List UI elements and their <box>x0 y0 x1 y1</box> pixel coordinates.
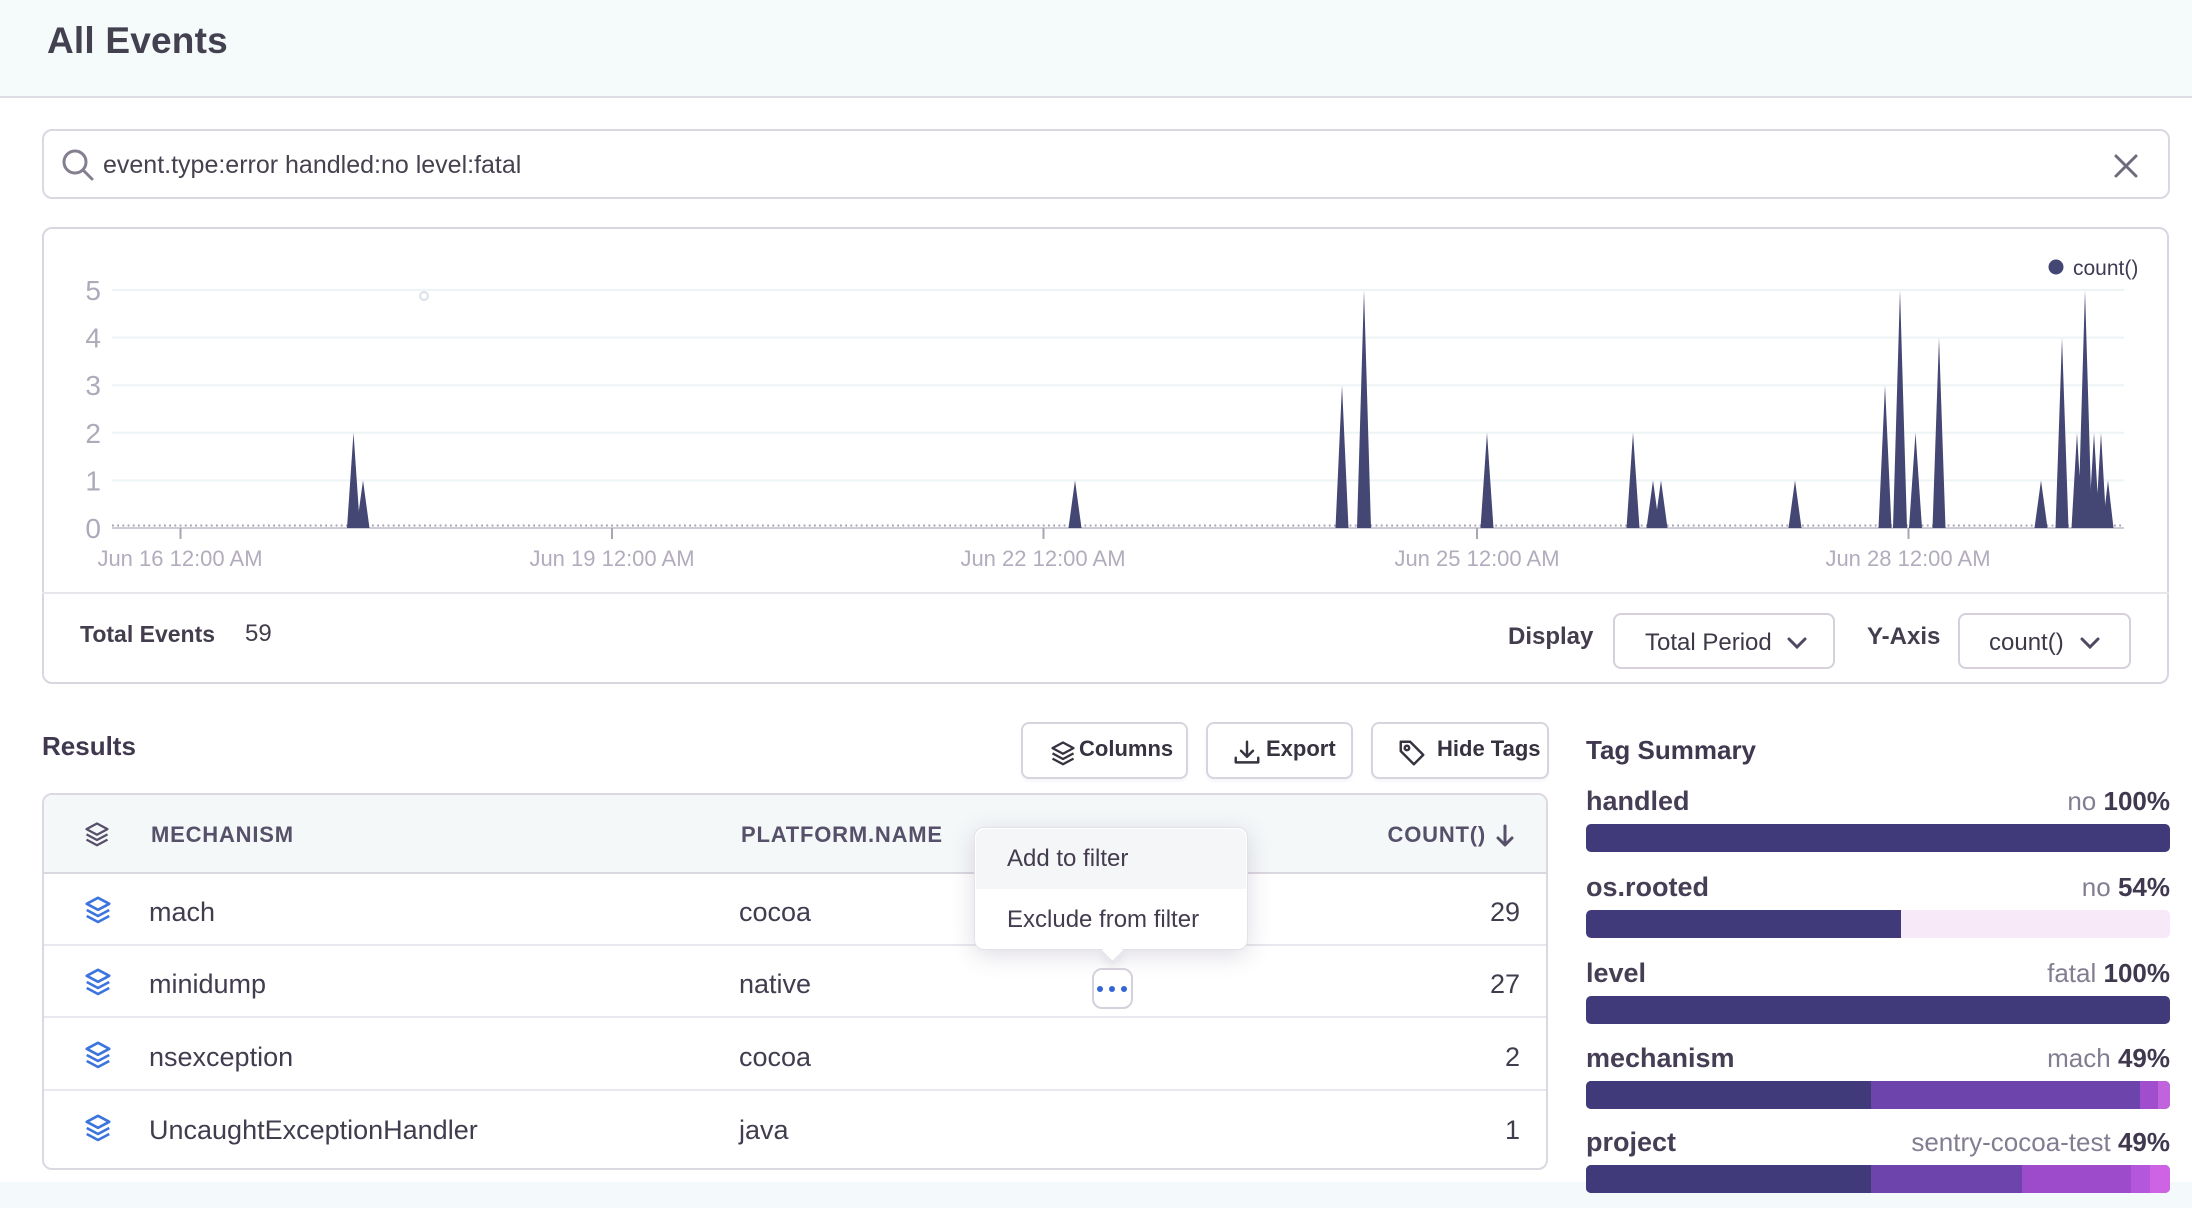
svg-text:1: 1 <box>85 465 101 496</box>
svg-text:0: 0 <box>85 513 101 544</box>
svg-text:4: 4 <box>85 323 101 354</box>
svg-text:count(): count() <box>2073 257 2138 280</box>
svg-text:Jun 16 12:00 AM: Jun 16 12:00 AM <box>97 546 262 571</box>
svg-text:5: 5 <box>85 275 101 306</box>
svg-text:Jun 22 12:00 AM: Jun 22 12:00 AM <box>960 546 1125 571</box>
svg-text:3: 3 <box>85 370 101 401</box>
svg-text:2: 2 <box>85 418 101 449</box>
svg-text:Jun 28 12:00 AM: Jun 28 12:00 AM <box>1825 546 1990 571</box>
svg-text:Jun 25 12:00 AM: Jun 25 12:00 AM <box>1394 546 1559 571</box>
svg-text:Jun 19 12:00 AM: Jun 19 12:00 AM <box>529 546 694 571</box>
